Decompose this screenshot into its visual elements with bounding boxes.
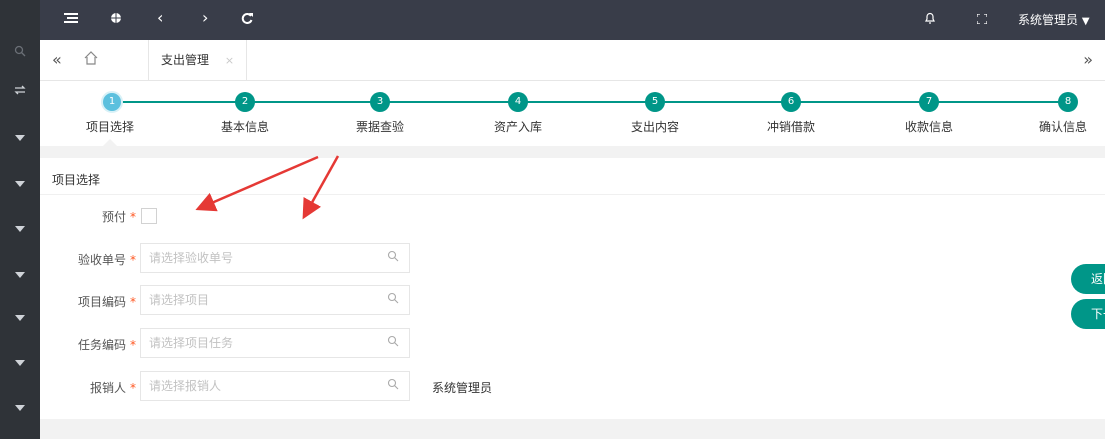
step-3-circle[interactable]: 3 xyxy=(370,92,390,112)
next-step-button[interactable]: 下一步 xyxy=(1071,299,1105,329)
step-2-label[interactable]: 基本信息 xyxy=(205,118,285,135)
step-6-circle[interactable]: 6 xyxy=(781,92,801,112)
bell-icon[interactable] xyxy=(924,12,936,28)
step-8-label[interactable]: 确认信息 xyxy=(1023,118,1103,135)
step-1-circle[interactable]: 1 xyxy=(101,91,123,113)
tab-expense-management[interactable]: 支出管理 × xyxy=(148,40,248,80)
step-5-label[interactable]: 支出内容 xyxy=(615,118,695,135)
section-divider xyxy=(40,194,1105,195)
reimburser-input[interactable] xyxy=(141,372,379,400)
back-button[interactable]: 返回 xyxy=(1071,264,1105,294)
sidebar-caret-icon[interactable] xyxy=(0,267,40,281)
red-arrow xyxy=(195,155,319,212)
sidebar-caret-icon[interactable] xyxy=(0,176,40,190)
step-8-circle[interactable]: 8 xyxy=(1058,92,1078,112)
sidebar-caret-icon[interactable] xyxy=(0,400,40,414)
reimburser-name: 系统管理员 xyxy=(432,381,493,395)
step-3-label[interactable]: 票据查验 xyxy=(340,118,420,135)
search-icon[interactable] xyxy=(387,292,399,307)
search-icon[interactable] xyxy=(387,378,399,393)
steps-panel xyxy=(40,81,1105,146)
sidebar-caret-icon[interactable] xyxy=(0,355,40,369)
tabs-bar: « 支出管理 × » xyxy=(40,40,1105,81)
reimburser-input-wrap xyxy=(140,371,410,401)
project-code-label: 项目编码 * xyxy=(77,295,136,309)
step-5-circle[interactable]: 5 xyxy=(645,92,665,112)
home-icon[interactable] xyxy=(84,51,98,68)
section-title: 项目选择 xyxy=(52,173,101,187)
tab-label: 支出管理 xyxy=(161,53,210,67)
fullscreen-icon[interactable] xyxy=(976,12,988,28)
project-code-input[interactable] xyxy=(141,286,379,314)
page-footer-bg xyxy=(40,419,1105,439)
user-name: 系统管理员 xyxy=(1018,13,1079,27)
prepay-checkbox[interactable] xyxy=(141,208,157,224)
top-bar: ‹ › 系统管理员 ▼ xyxy=(40,0,1105,40)
forward-icon[interactable]: › xyxy=(202,10,208,26)
menu-icon[interactable] xyxy=(64,12,78,28)
task-input-wrap xyxy=(140,328,410,358)
step-1-label[interactable]: 项目选择 xyxy=(70,118,150,135)
sidebar-caret-icon[interactable] xyxy=(0,310,40,324)
search-icon[interactable] xyxy=(387,250,399,265)
task-code-label: 任务编码 * xyxy=(77,338,136,352)
search-icon[interactable] xyxy=(0,45,40,60)
step-4-label[interactable]: 资产入库 xyxy=(478,118,558,135)
scroll-right-icon[interactable]: » xyxy=(1083,50,1093,69)
search-icon[interactable] xyxy=(387,335,399,350)
active-step-pointer xyxy=(103,139,117,146)
sidebar-caret-icon[interactable] xyxy=(0,130,40,144)
refresh-icon[interactable] xyxy=(241,12,253,28)
prepay-label: 预付 * xyxy=(101,210,136,224)
globe-icon[interactable] xyxy=(110,12,122,28)
acceptance-input-wrap xyxy=(140,243,410,273)
close-icon[interactable]: × xyxy=(225,54,234,67)
acceptance-label: 验收单号 * xyxy=(77,253,136,267)
step-7-circle[interactable]: 7 xyxy=(919,92,939,112)
back-icon[interactable]: ‹ xyxy=(157,10,163,26)
task-code-input[interactable] xyxy=(141,329,379,357)
switch-icon[interactable] xyxy=(0,84,40,99)
user-menu[interactable]: 系统管理员 ▼ xyxy=(1018,12,1090,30)
project-input-wrap xyxy=(140,285,410,315)
acceptance-input[interactable] xyxy=(141,244,379,272)
step-2-circle[interactable]: 2 xyxy=(235,92,255,112)
steps-divider xyxy=(40,146,1105,158)
step-7-label[interactable]: 收款信息 xyxy=(889,118,969,135)
reimburser-label: 报销人 * xyxy=(89,381,136,395)
step-6-label[interactable]: 冲销借款 xyxy=(751,118,831,135)
red-arrow xyxy=(302,155,340,220)
scroll-left-icon[interactable]: « xyxy=(52,50,62,69)
chevron-down-icon: ▼ xyxy=(1081,16,1090,27)
step-4-circle[interactable]: 4 xyxy=(508,92,528,112)
